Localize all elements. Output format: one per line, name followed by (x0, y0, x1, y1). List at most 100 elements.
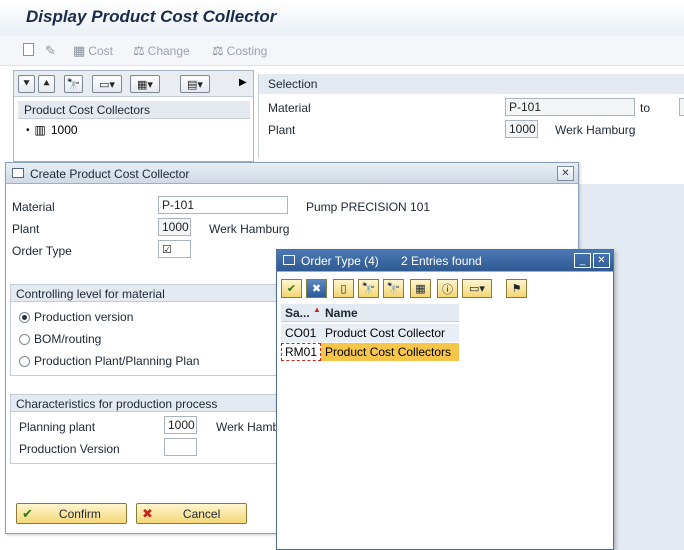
accept-icon[interactable]: ✔ (281, 279, 302, 298)
personalize-icon[interactable]: ⚑ (506, 279, 527, 298)
cancel-label: Cancel (182, 506, 221, 521)
row-name: Product Cost Collector (325, 326, 446, 340)
radio-label: BOM/routing (34, 332, 102, 346)
radio-label: Production Plant/Planning Plan (34, 354, 200, 368)
tree-item[interactable]: • ▥ 1000 (26, 123, 78, 137)
order-type-label: Order Type (12, 244, 72, 258)
controlling-level-header: Controlling level for material (10, 284, 280, 302)
material-input[interactable]: P-101 (158, 196, 288, 214)
planning-plant-label: Planning plant (19, 420, 96, 434)
info-icon[interactable]: ⓘ (437, 279, 458, 298)
tree-panel: ⯆ ⯅ 🔭 ▭▾ ▦▾ ▤▾ ▶ Product Cost Collectors… (13, 70, 254, 162)
material-label: Material (12, 200, 55, 214)
new-document-icon[interactable] (23, 43, 34, 56)
tree-toolbar: ⯆ ⯅ 🔭 ▭▾ ▦▾ ▤▾ ▶ (14, 71, 253, 97)
tree-item-label: 1000 (50, 123, 78, 137)
details-icon[interactable]: ▤▾ (180, 75, 210, 93)
plant-name: Werk Hamburg (555, 123, 636, 137)
table-row[interactable]: CO01 Product Cost Collector (281, 324, 459, 342)
row-code: RM01 (285, 345, 318, 359)
radio-selected-icon (19, 311, 30, 323)
dialog-title-bar: Create Product Cost Collector ✕ (6, 163, 578, 184)
find-next-icon[interactable]: 🔭 (383, 279, 404, 298)
print-dropdown-icon[interactable]: ▭▾ (462, 279, 492, 298)
list-header: Sa... ▲ Name (281, 304, 459, 322)
column-header-sa[interactable]: Sa... (285, 306, 310, 320)
table-icon: ▦ (73, 43, 86, 58)
change-label: Change (147, 44, 190, 58)
title-bar: Display Product Cost Collector (0, 0, 684, 36)
row-code: CO01 (285, 326, 317, 340)
cancel-button[interactable]: ✖ Cancel (136, 503, 247, 524)
planning-plant-input[interactable]: 1000 (164, 416, 197, 434)
costing-label: Costing (226, 44, 268, 58)
select-icon[interactable]: ▦ (410, 279, 431, 298)
confirm-button[interactable]: ✔ Confirm (16, 503, 127, 524)
cancel-icon[interactable]: ✖ (306, 279, 327, 298)
cancel-x-icon: ✖ (142, 505, 153, 521)
costing-icon: ⚖ (212, 43, 224, 58)
production-version-label: Production Version (19, 442, 120, 456)
characteristics-header: Characteristics for production process (10, 394, 280, 412)
plant-input[interactable]: 1000 (505, 120, 538, 138)
characteristics-title: Characteristics for production process (16, 397, 218, 411)
table-row-highlighted[interactable]: RM01 Product Cost Collectors (281, 343, 459, 361)
collector-icon: ▥ (34, 123, 46, 137)
order-type-input[interactable]: ☑ (158, 240, 191, 258)
order-type-title-bar: Order Type (4) 2 Entries found _ ✕ (277, 250, 613, 272)
radio-label: Production version (34, 310, 134, 324)
close-icon[interactable]: ✕ (593, 253, 610, 268)
cost-label: Cost (88, 44, 113, 58)
order-type-title: Order Type (4) (301, 254, 379, 268)
change-icon: ⚖ (133, 43, 145, 58)
checkbox-icon: ☑ (162, 244, 172, 256)
production-version-input[interactable] (164, 438, 197, 456)
radio-unselected-icon (19, 355, 30, 367)
new-page-icon[interactable]: ▯ (333, 279, 354, 298)
plant-input[interactable]: 1000 (158, 218, 191, 236)
tree-header: Product Cost Collectors (18, 101, 250, 119)
radio-unselected-icon (19, 333, 30, 345)
application-toolbar: ✎ ▦ Cost ⚖ Change ⚖ Costing (0, 36, 684, 66)
selection-panel: Selection Material P-101 to Plant 1000 W… (258, 74, 684, 158)
radio-production-version[interactable]: Production version (19, 310, 133, 324)
checkmark-icon: ✔ (22, 505, 33, 521)
costing-button[interactable]: ⚖ Costing (212, 43, 267, 59)
tree-header-label: Product Cost Collectors (24, 103, 151, 117)
material-input[interactable]: P-101 (505, 98, 635, 116)
column-header-name[interactable]: Name (325, 306, 358, 320)
plant-label: Plant (268, 123, 296, 137)
confirm-label: Confirm (58, 506, 101, 521)
dialog-title: Create Product Cost Collector (30, 167, 190, 181)
find-icon[interactable]: 🔭 (358, 279, 379, 298)
dialog-icon (12, 168, 24, 178)
close-icon[interactable]: ✕ (557, 166, 574, 181)
tree-bullet-icon: • (26, 124, 30, 136)
radio-production-plant[interactable]: Production Plant/Planning Plan (19, 354, 199, 368)
row-name: Product Cost Collectors (325, 345, 452, 359)
material-description: Pump PRECISION 101 (306, 200, 431, 214)
controlling-level-title: Controlling level for material (16, 287, 165, 301)
sort-icon: ▲ (313, 305, 321, 314)
to-label: to (640, 101, 651, 115)
cost-button[interactable]: ▦ Cost (73, 43, 113, 59)
material-label: Material (268, 101, 311, 115)
order-type-dialog: Order Type (4) 2 Entries found _ ✕ ✔ ✖ ▯… (276, 249, 614, 550)
layout-icon[interactable]: ▦▾ (130, 75, 160, 93)
radio-bom-routing[interactable]: BOM/routing (19, 332, 101, 346)
minimize-icon[interactable]: _ (574, 253, 591, 268)
find-icon[interactable]: 🔭 (64, 75, 83, 93)
entries-found: 2 Entries found (401, 254, 482, 268)
edit-pencil-icon[interactable]: ✎ (45, 43, 56, 59)
expand-icon[interactable]: ⯆ (18, 75, 35, 93)
scroll-right-icon[interactable]: ▶ (239, 77, 247, 88)
collapse-icon[interactable]: ⯅ (38, 75, 55, 93)
material-to-input[interactable] (679, 98, 684, 116)
planning-plant-name: Werk Hamb (216, 420, 280, 434)
selection-title: Selection (268, 77, 318, 91)
print-icon[interactable]: ▭▾ (92, 75, 122, 93)
selection-header: Selection (259, 74, 684, 94)
change-button[interactable]: ⚖ Change (133, 43, 190, 59)
plant-label: Plant (12, 222, 40, 236)
page-title: Display Product Cost Collector (26, 7, 277, 26)
